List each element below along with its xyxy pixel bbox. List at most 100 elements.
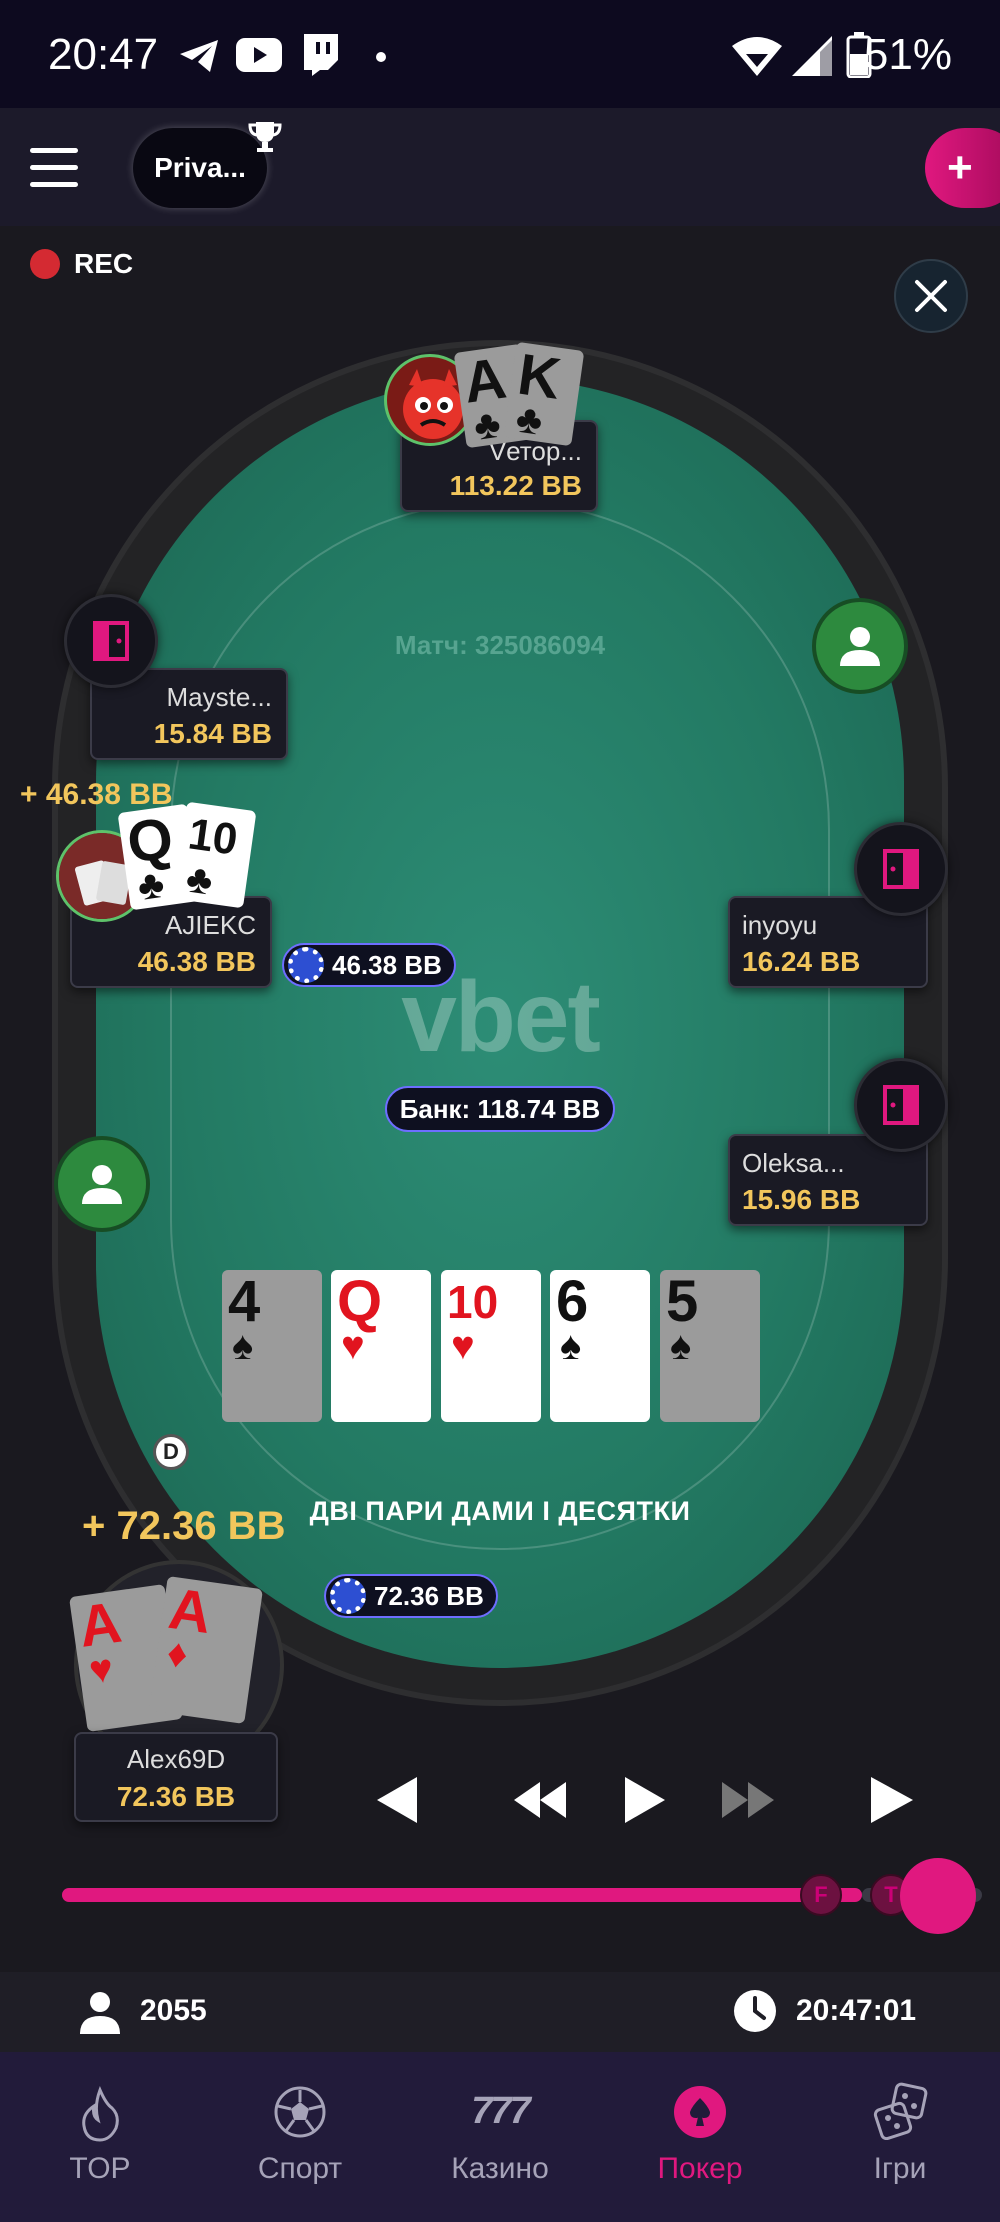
card-suit: ♣	[183, 856, 216, 904]
play-button[interactable]	[614, 1770, 674, 1830]
timeline-slider[interactable]	[62, 1888, 862, 1902]
chip-icon	[288, 947, 324, 983]
dice-icon	[873, 2082, 928, 2140]
card-suit: ♥	[451, 1324, 475, 1368]
card-suit: ♣	[513, 396, 546, 444]
door-exit-icon	[883, 849, 919, 889]
dot-icon	[376, 52, 386, 62]
fast-forward-button[interactable]	[718, 1770, 778, 1830]
match-id: Матч: 325086094	[394, 630, 606, 660]
nav-item-games[interactable]: Ігри	[800, 2052, 1000, 2222]
nav-item-top[interactable]: TOP	[0, 2052, 200, 2222]
trophy-icon	[248, 120, 282, 159]
player-name: Mayste...	[166, 682, 272, 712]
next-step-button[interactable]	[862, 1770, 922, 1830]
triangle-left-icon	[377, 1777, 417, 1823]
win-amount: + 46.38 BB	[20, 778, 173, 811]
player-name: Oleksa...	[742, 1148, 845, 1178]
nav-item-casino[interactable]: 777 Казино	[400, 2052, 600, 2222]
hole-card: K ♣	[503, 341, 585, 447]
close-icon	[915, 280, 947, 312]
card-suit: ♥	[341, 1324, 365, 1368]
hand-result: ДВІ ПАРИ ДАМИ І ДЕСЯТКИ	[309, 1496, 691, 1526]
poker-chip-icon	[674, 2086, 726, 2138]
player-stack: 15.84 BB	[153, 718, 272, 749]
hole-card: 10 ♣	[173, 801, 257, 909]
nav-label: Покер	[657, 2152, 743, 2185]
soccer-ball-icon	[274, 2086, 326, 2138]
sitting-out-seat	[854, 822, 948, 916]
clock-time: 20:47:01	[796, 1994, 917, 2027]
person-icon	[840, 627, 880, 666]
card-suit: ♣	[134, 861, 168, 910]
board-card: 5 ♠	[660, 1270, 760, 1422]
room-tab-label: Priva...	[154, 152, 246, 183]
play-icon	[625, 1777, 665, 1823]
pot-label: Банк: 118.74 BB	[385, 1086, 615, 1132]
bet-amount: 46.38 BB	[332, 949, 442, 980]
slider-mark[interactable]: F	[800, 1874, 842, 1916]
card-suit: ♠	[670, 1324, 692, 1368]
triangle-right-icon	[871, 1777, 913, 1823]
wifi-icon	[732, 36, 782, 81]
card-suit: ♠	[232, 1324, 254, 1368]
board-card: Q ♥	[331, 1270, 431, 1422]
win-amount: + 72.36 BB	[82, 1504, 286, 1548]
record-icon	[30, 249, 60, 279]
player-stack: 16.24 BB	[742, 946, 861, 977]
slot-777-icon: 777	[471, 2090, 530, 2132]
prev-step-button[interactable]	[366, 1770, 426, 1830]
bet-chip: 72.36 BB	[324, 1574, 498, 1618]
board-card: 4 ♠	[222, 1270, 322, 1422]
youtube-icon	[236, 38, 282, 77]
sitting-out-seat	[854, 1058, 948, 1152]
person-icon	[80, 1990, 120, 2039]
card-suit: ♠	[560, 1324, 582, 1368]
status-time: 20:47	[48, 30, 159, 79]
add-table-label: +	[947, 143, 973, 192]
bet-amount: 72.36 BB	[374, 1580, 484, 1611]
replay-controls	[0, 1770, 1000, 1830]
twitch-icon	[300, 34, 340, 81]
dealer-button: D	[153, 1434, 189, 1470]
rewind-button[interactable]	[510, 1770, 570, 1830]
signal-icon	[792, 36, 832, 81]
fast-forward-icon	[722, 1782, 774, 1818]
empty-seat-right[interactable]	[812, 598, 908, 694]
player-stack: 15.96 BB	[742, 1184, 861, 1215]
bet-chip: 46.38 BB	[282, 943, 456, 987]
nav-label: Казино	[451, 2152, 549, 2185]
player-stack: 46.38 BB	[137, 946, 256, 977]
card-suit: ♦	[164, 1630, 191, 1678]
nav-item-sport[interactable]: Спорт	[200, 2052, 400, 2222]
nav-label: Ігри	[873, 2152, 927, 2185]
board-card: 6 ♠	[550, 1270, 650, 1422]
card-suit: ♣	[471, 401, 504, 449]
nav-label: Спорт	[257, 2152, 343, 2185]
door-exit-icon	[883, 1085, 919, 1125]
rec-indicator: REC	[30, 248, 133, 280]
battery-percent: 51%	[863, 30, 952, 79]
close-button[interactable]	[894, 259, 968, 333]
player-name: inyoyu	[742, 910, 818, 940]
rewind-icon	[514, 1782, 566, 1818]
slider-thumb[interactable]	[900, 1858, 976, 1934]
viewer-count: 2055	[140, 1994, 207, 2027]
player-stack: 113.22 BB	[449, 470, 582, 501]
board-card: 10 ♥	[441, 1270, 541, 1422]
sitting-out-seat	[64, 594, 158, 688]
person-icon	[82, 1165, 122, 1204]
chip-icon	[330, 1578, 366, 1614]
rec-label: REC	[74, 248, 134, 279]
room-tab[interactable]: Priva...	[133, 128, 267, 208]
flame-icon	[82, 2086, 119, 2142]
empty-seat-left[interactable]	[54, 1136, 150, 1232]
nav-item-poker[interactable]: Покер	[600, 2052, 800, 2222]
player-name: AJIEKC	[164, 910, 256, 940]
menu-icon[interactable]	[30, 148, 80, 188]
hole-card: A ♦	[149, 1575, 263, 1725]
telegram-icon	[178, 38, 220, 79]
nav-label: TOP	[69, 2152, 131, 2185]
door-exit-icon	[93, 621, 129, 661]
add-table-button[interactable]: +	[925, 128, 1000, 208]
